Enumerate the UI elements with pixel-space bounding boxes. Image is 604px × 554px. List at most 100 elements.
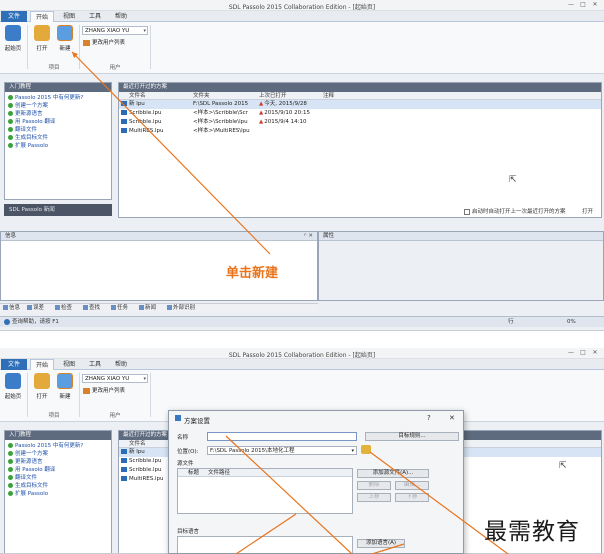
tab-tools[interactable]: 工具 [84, 11, 106, 22]
link-create-project[interactable]: 创建一个方案 [8, 102, 108, 110]
link-translate[interactable]: 用 Passolo 翻译 [8, 466, 108, 474]
col-filename[interactable]: 文件名 [129, 440, 146, 448]
start-page-button[interactable]: 起始页 [2, 25, 24, 59]
new-project-button[interactable]: 新建 [54, 373, 76, 407]
name-label: 名称 [177, 435, 189, 441]
table-row[interactable]: Scribble.lpu <样本>\Scribble\Scr ▲2015/9/1… [119, 109, 601, 118]
dialog-help-button[interactable]: ? [427, 414, 431, 422]
tab-external-recognition[interactable]: 外部识别 [167, 304, 195, 313]
table-row[interactable]: MultiRES.lpu <样本>\MultiRES\lpu [119, 127, 601, 136]
user-select[interactable]: ZHANG XIAO YU ▾ [82, 374, 148, 383]
source-files-list[interactable]: 标题 文件路径 [177, 468, 353, 514]
col-last-opened[interactable]: 上次已打开 [259, 92, 287, 100]
minimize-button[interactable]: — [566, 349, 576, 357]
status-bar: 查询帮助，请按 F1 行 0% [0, 316, 604, 327]
link-whats-new[interactable]: Passolo 2015 中有何更新? [8, 442, 108, 450]
tab-home[interactable]: 开始 [30, 11, 54, 22]
maximize-button[interactable]: □ [578, 349, 588, 357]
link-extend[interactable]: 扩展 Passolo [8, 142, 108, 150]
col-filename[interactable]: 文件名 [129, 92, 146, 100]
tab-info[interactable]: 信息 [3, 304, 20, 313]
maximize-button[interactable]: □ [578, 1, 588, 9]
move-down-button[interactable]: 下移 [395, 493, 429, 502]
bullet-icon [8, 467, 13, 472]
location-label: 位置(O): [177, 449, 199, 455]
bullet-icon [8, 443, 13, 448]
change-user-list-button[interactable]: 更改用户列表 [83, 386, 125, 394]
bullet-icon [8, 451, 13, 456]
move-up-button[interactable]: 上移 [357, 493, 391, 502]
news-header[interactable]: SDL Passolo 新闻 [4, 204, 112, 216]
tab-view[interactable]: 视图 [58, 359, 80, 370]
start-page-button[interactable]: 起始页 [2, 373, 24, 407]
warning-icon: ▲ [259, 101, 264, 107]
table-row[interactable]: 新 lpu F:\SDL Passolo 2015 ▲今天, 2015/9/28 [119, 100, 601, 109]
bullet-icon [8, 143, 13, 148]
dialog-close-button[interactable]: ✕ [449, 414, 455, 422]
browse-folder-icon[interactable] [361, 445, 371, 454]
mouse-cursor-icon: ⇱ [559, 461, 567, 471]
home-icon [5, 373, 21, 389]
project-file-icon [121, 110, 127, 115]
target-language-label: 目标语言 [177, 529, 200, 535]
bullet-icon [8, 111, 13, 116]
link-translate-files[interactable]: 翻译文件 [8, 474, 108, 482]
add-source-file-button[interactable]: 添加源文件(A)... [357, 469, 429, 478]
warning-icon: ▲ [259, 110, 264, 116]
close-window-button[interactable]: ✕ [590, 1, 600, 9]
info-panel-controls[interactable]: ᵖ ✕ [304, 233, 313, 239]
tab-view[interactable]: 视图 [58, 11, 80, 22]
properties-title: 属性 [319, 232, 603, 241]
ribbon: 起始页 打开 新建 项目 ZHANG XIAO YU ▾ 更改用户列表 用户 [0, 22, 604, 74]
bullet-icon [8, 491, 13, 496]
tab-news[interactable]: 新闻 [139, 304, 156, 313]
link-generate-target[interactable]: 生成目标文件 [8, 134, 108, 142]
tab-file[interactable]: 文件 [1, 11, 27, 22]
tab-home[interactable]: 开始 [30, 359, 54, 370]
bullet-icon [8, 475, 13, 480]
remove-button[interactable]: 删除 [357, 481, 391, 490]
col-comment[interactable]: 注释 [323, 92, 334, 100]
link-update-source[interactable]: 更新源语言 [8, 110, 108, 118]
tab-tasks[interactable]: 任务 [111, 304, 128, 313]
new-project-button[interactable]: 新建 [54, 25, 76, 59]
target-rules-button[interactable]: 目标规则... [365, 432, 459, 441]
recent-open-button[interactable]: 打开 [582, 207, 593, 215]
bullet-icon [8, 127, 13, 132]
location-select[interactable]: F:\SDL Passolo 2015\本地化工程 ▾ [207, 446, 357, 455]
edit-button[interactable]: 编辑... [395, 481, 429, 490]
open-label: 打开 [36, 394, 48, 400]
getting-started-panel: 入门教程 Passolo 2015 中有何更新? 创建一个方案 更新源语言 用 … [4, 82, 112, 200]
link-generate-target[interactable]: 生成目标文件 [8, 482, 108, 490]
tab-find[interactable]: 查找 [83, 304, 100, 313]
tab-tools[interactable]: 工具 [84, 359, 106, 370]
change-user-list-button[interactable]: 更改用户列表 [83, 38, 125, 46]
user-select[interactable]: ZHANG XIAO YU ▾ [82, 26, 148, 35]
link-extend[interactable]: 扩展 Passolo [8, 490, 108, 498]
link-translate-files[interactable]: 翻译文件 [8, 126, 108, 134]
col-file-path[interactable]: 文件路径 [208, 469, 230, 477]
tab-file[interactable]: 文件 [1, 359, 27, 370]
target-language-list[interactable] [177, 536, 353, 553]
auto-open-checkbox[interactable]: 启动时自动打开上一次最近打开的方案 [464, 207, 566, 215]
new-project-icon [57, 25, 73, 41]
tab-help[interactable]: 帮助 [110, 11, 132, 22]
close-window-button[interactable]: ✕ [590, 349, 600, 357]
link-translate[interactable]: 用 Passolo 翻译 [8, 118, 108, 126]
link-create-project[interactable]: 创建一个方案 [8, 450, 108, 458]
start-page-label: 起始页 [4, 46, 22, 52]
add-language-button[interactable]: 添加语言(A) [357, 539, 405, 548]
table-row[interactable]: Scribble.lpu <样本>\Scribble\lpu ▲2015/9/4… [119, 118, 601, 127]
minimize-button[interactable]: — [566, 1, 576, 9]
project-name-input[interactable] [207, 432, 357, 441]
tab-errors[interactable]: 误差 [27, 304, 44, 313]
col-folder[interactable]: 文件夹 [193, 92, 210, 100]
open-button[interactable]: 打开 [31, 373, 53, 407]
tab-help[interactable]: 帮助 [110, 359, 132, 370]
link-update-source[interactable]: 更新源语言 [8, 458, 108, 466]
link-whats-new[interactable]: Passolo 2015 中有何更新? [8, 94, 108, 102]
col-title[interactable]: 标题 [188, 469, 199, 477]
open-button[interactable]: 打开 [31, 25, 53, 59]
tab-check[interactable]: 检查 [55, 304, 72, 313]
info-panel-title: 信息 [1, 232, 317, 241]
